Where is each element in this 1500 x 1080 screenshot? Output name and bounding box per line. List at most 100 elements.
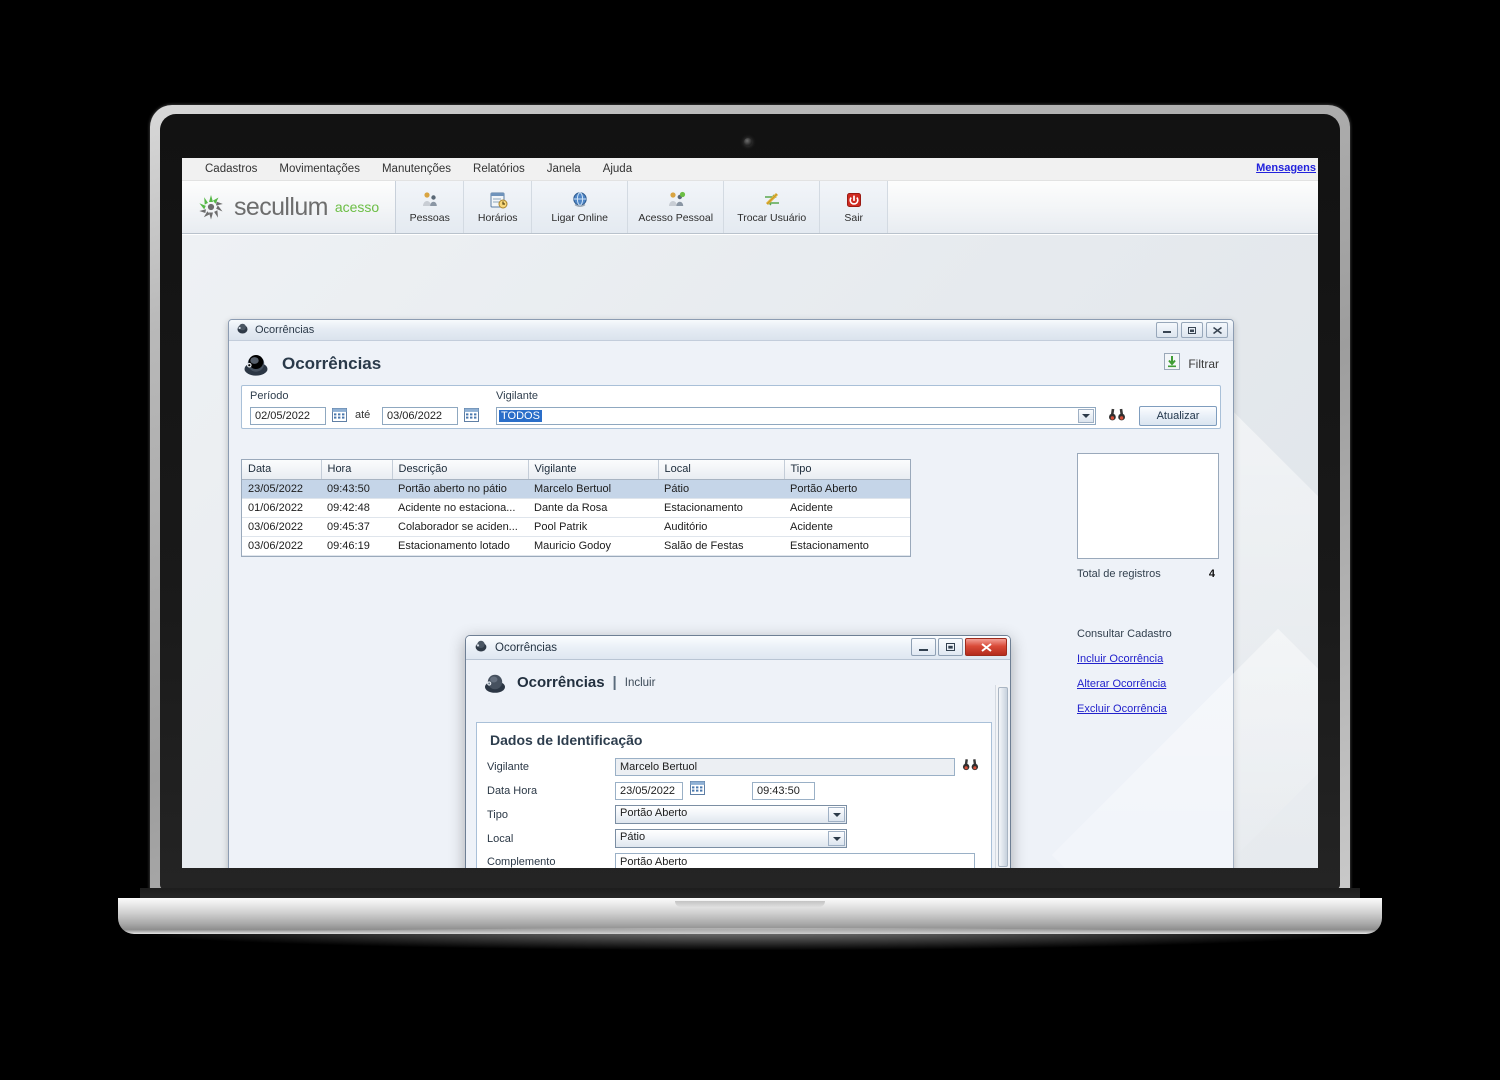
cell-data: 23/05/2022 (242, 479, 321, 499)
security-helmet-icon-dialog (482, 671, 508, 694)
dialog-minimize-button[interactable] (911, 638, 936, 656)
dialog-restore-button[interactable] (938, 638, 963, 656)
menu-item-cadastros[interactable]: Cadastros (194, 158, 268, 181)
cell-hora: 09:42:48 (321, 498, 392, 518)
messages-link[interactable]: Mensagens (1256, 162, 1316, 174)
total-registros-label: Total de registros (1077, 568, 1161, 580)
cell-hora: 09:45:37 (321, 517, 392, 537)
grid-col-data[interactable]: Data (242, 460, 322, 480)
laptop-base-shadow (110, 928, 1390, 950)
grid-col-descricao[interactable]: Descrição (392, 460, 529, 480)
toolbar-button-pessoas[interactable]: Pessoas (396, 181, 465, 233)
tipo-value: Portão Aberto (620, 807, 688, 819)
calendar-icon-from[interactable] (332, 408, 347, 422)
date-from-input[interactable] (250, 407, 326, 425)
cell-vigilante: Mauricio Godoy (528, 536, 658, 556)
toolbar-button-horarios[interactable]: Horários (464, 181, 533, 233)
cell-vigilante: Marcelo Bertuol (528, 479, 658, 499)
toolbar-button-trocar-usuario[interactable]: Trocar Usuário (724, 181, 821, 233)
schedule-clock-icon (488, 190, 508, 210)
periodo-label: Período (250, 390, 289, 402)
personal-access-icon (666, 190, 686, 210)
binoculars-search-icon[interactable] (1108, 408, 1126, 421)
dialog-titlebar[interactable]: Ocorrências (466, 636, 1010, 660)
cell-data: 01/06/2022 (242, 498, 321, 518)
hora-input[interactable] (752, 781, 815, 800)
minimize-button[interactable] (1156, 322, 1178, 338)
dialog-header-separator: | (612, 674, 617, 691)
dialog-close-button[interactable] (965, 638, 1007, 656)
filter-download-icon (1164, 353, 1181, 375)
menu-item-janela[interactable]: Janela (536, 158, 592, 181)
link-incluir-ocorrencia[interactable]: Incluir Ocorrência (1077, 653, 1219, 665)
menu-item-movimentacoes[interactable]: Movimentações (268, 158, 371, 181)
dialog-header-mode: Incluir (624, 676, 656, 689)
restore-button[interactable] (1181, 322, 1203, 338)
data-input[interactable] (615, 781, 683, 800)
cell-hora: 09:43:50 (321, 479, 392, 499)
ocorrencia-edit-dialog: Ocorrências Ocorrências | Incluir Dados … (465, 635, 1011, 868)
dialog-window-icon (474, 639, 488, 657)
complemento-input[interactable] (615, 853, 975, 868)
vigilante-filter-value: TODOS (499, 410, 542, 422)
toolbar-label-pessoas: Pessoas (409, 212, 450, 224)
date-to-input[interactable] (382, 407, 458, 425)
label-vigilante: Vigilante (487, 761, 529, 773)
dialog-scrollbar-thumb[interactable] (998, 687, 1008, 867)
toolbar-label-horarios: Horários (477, 212, 518, 224)
calendar-icon-dialog[interactable] (690, 781, 705, 800)
filter-bar: Período 02/05/2022 até 03/06/2022 Vigila… (241, 385, 1221, 429)
ate-label: até (355, 409, 371, 421)
people-icon (420, 190, 440, 210)
close-button[interactable] (1206, 322, 1228, 338)
calendar-icon-to[interactable] (464, 408, 479, 422)
table-row[interactable]: 23/05/2022 09:43:50 Portão aberto no pát… (242, 479, 910, 499)
atualizar-button[interactable]: Atualizar (1139, 406, 1217, 426)
power-exit-icon (844, 190, 864, 210)
link-alterar-ocorrencia[interactable]: Alterar Ocorrência (1077, 678, 1219, 690)
grid-col-vigilante[interactable]: Vigilante (528, 460, 659, 480)
chevron-down-icon-tipo[interactable] (828, 807, 845, 822)
brand-name: secullum (234, 192, 328, 221)
binoculars-search-icon-dialog[interactable] (962, 758, 979, 776)
toolbar-button-ligar-online[interactable]: Ligar Online (532, 181, 629, 233)
filtrar-button[interactable]: Filtrar (1164, 353, 1219, 375)
mdi-workspace: Ocorrências Ocorrências Filtrar Período … (182, 235, 1318, 868)
cell-tipo: Acidente (784, 517, 910, 537)
grid-col-hora[interactable]: Hora (321, 460, 393, 480)
field-row-local: Local Pátio (487, 829, 981, 848)
cell-data: 03/06/2022 (242, 517, 321, 537)
menu-item-ajuda[interactable]: Ajuda (592, 158, 643, 181)
cell-hora: 09:46:19 (321, 536, 392, 556)
link-excluir-ocorrencia[interactable]: Excluir Ocorrência (1077, 703, 1219, 715)
ocorrencias-window-titlebar[interactable]: Ocorrências (229, 320, 1233, 341)
grid-col-tipo[interactable]: Tipo (784, 460, 910, 480)
toolbar-label-ligar-online: Ligar Online (551, 212, 609, 224)
ocorrencias-window-controls (1156, 322, 1228, 338)
table-row[interactable]: 03/06/2022 09:45:37 Colaborador se acide… (242, 517, 910, 537)
cell-descricao: Acidente no estaciona... (392, 498, 528, 518)
ocorrencias-window: Ocorrências Ocorrências Filtrar Período … (228, 319, 1234, 868)
menu-item-relatorios[interactable]: Relatórios (462, 158, 536, 181)
table-row[interactable]: 03/06/2022 09:46:19 Estacionamento lotad… (242, 536, 910, 556)
toolbar-button-group: Pessoas Horários Ligar Online Acesso Pes… (395, 181, 889, 233)
cell-data: 03/06/2022 (242, 536, 321, 556)
menu-item-manutencoes[interactable]: Manutenções (371, 158, 462, 181)
security-helmet-icon (241, 351, 271, 377)
chevron-down-icon[interactable] (1078, 409, 1094, 423)
toolbar-button-sair[interactable]: Sair (820, 181, 889, 233)
table-row[interactable]: 01/06/2022 09:42:48 Acidente no estacion… (242, 498, 910, 518)
local-select[interactable]: Pátio (615, 829, 847, 848)
vigilante-input[interactable] (615, 758, 955, 776)
laptop-mockup: Cadastros Movimentações Manutenções Rela… (0, 0, 1500, 1080)
menu-bar: Cadastros Movimentações Manutenções Rela… (182, 158, 1318, 181)
vigilante-filter-combo[interactable]: TODOS (496, 407, 1096, 425)
filtrar-label: Filtrar (1188, 357, 1219, 371)
dialog-scrollbar[interactable] (995, 685, 1009, 868)
cell-tipo: Acidente (784, 498, 910, 518)
toolbar-button-acesso-pessoal[interactable]: Acesso Pessoal (628, 181, 725, 233)
tipo-select[interactable]: Portão Aberto (615, 805, 847, 824)
grid-col-local[interactable]: Local (658, 460, 785, 480)
chevron-down-icon-local[interactable] (828, 831, 845, 846)
ocorrencias-grid[interactable]: Data Hora Descrição Vigilante Local Tipo (241, 459, 911, 557)
